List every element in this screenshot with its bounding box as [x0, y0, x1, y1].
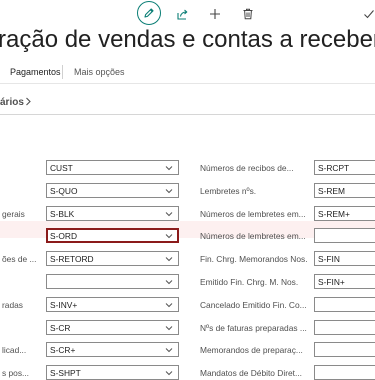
- left-field-input[interactable]: S-INV+: [46, 297, 179, 312]
- chevron-down-icon[interactable]: [165, 346, 173, 356]
- right-field-input[interactable]: S-REM: [314, 183, 375, 198]
- right-field-label: Números de lembretes em...: [200, 231, 306, 241]
- chevron-down-icon[interactable]: [165, 210, 173, 220]
- left-field-input[interactable]: CUST: [46, 160, 179, 175]
- left-field-input[interactable]: S-BLK: [46, 206, 179, 221]
- right-field-value: S-RCPT: [318, 163, 350, 173]
- left-field-value: S-INV+: [50, 300, 78, 310]
- left-field-input[interactable]: S-ORD: [46, 228, 179, 243]
- right-field-label: Números de lembretes em...: [200, 209, 306, 219]
- left-field-label: gerais: [2, 209, 25, 219]
- page-toolbar: [0, 0, 375, 26]
- left-field-input[interactable]: [46, 274, 179, 289]
- left-field-input[interactable]: S-SHPT: [46, 365, 179, 380]
- right-field-label: Nºs de faturas preparadas ...: [200, 323, 307, 333]
- chevron-down-icon[interactable]: [165, 232, 173, 242]
- edit-icon[interactable]: [137, 1, 161, 25]
- right-field-value: S-REM+: [318, 209, 350, 219]
- left-field-input[interactable]: S-QUO: [46, 183, 179, 198]
- left-field-input[interactable]: S-RETORD: [46, 251, 179, 266]
- right-field-input[interactable]: S-REM+: [314, 206, 375, 221]
- right-field-value: S-FIN: [318, 254, 340, 264]
- right-field-label: Lembretes nºs.: [200, 186, 257, 196]
- right-field-input[interactable]: S-RCPT: [314, 160, 375, 175]
- share-icon[interactable]: [170, 2, 194, 26]
- chevron-down-icon[interactable]: [165, 369, 173, 379]
- left-field-label: radas: [2, 300, 23, 310]
- left-field-label: s pos...: [2, 368, 29, 378]
- left-field-label: licad...: [2, 345, 27, 355]
- left-field-value: S-SHPT: [50, 368, 81, 378]
- left-field-input[interactable]: S-CR+: [46, 342, 179, 357]
- page-title: ração de vendas e contas a receber: [0, 26, 375, 53]
- left-field-value: S-CR: [50, 323, 71, 333]
- section-divider: [0, 114, 375, 115]
- right-field-input[interactable]: [314, 365, 375, 380]
- right-field-label: Emitido Fin. Chrg. M. Nos.: [200, 277, 299, 287]
- chevron-down-icon[interactable]: [165, 278, 173, 288]
- right-field-label: Cancelado Emitido Fin. Co...: [200, 300, 307, 310]
- action-bar: Pagamentos Mais opções: [0, 63, 375, 83]
- left-field-value: S-ORD: [50, 231, 77, 241]
- right-field-value: S-FIN+: [318, 277, 345, 287]
- section-title: ários: [0, 97, 24, 108]
- right-field-input[interactable]: [314, 342, 375, 357]
- chevron-down-icon[interactable]: [165, 324, 173, 334]
- chevron-right-icon: [26, 97, 31, 106]
- right-field-label: Fin. Chrg. Memorandos Nos.: [200, 254, 308, 264]
- right-field-input[interactable]: S-FIN: [314, 251, 375, 266]
- more-options-action[interactable]: Mais opções: [74, 67, 125, 77]
- chevron-down-icon[interactable]: [165, 255, 173, 265]
- left-field-value: CUST: [50, 163, 73, 173]
- left-field-value: S-BLK: [50, 209, 75, 219]
- left-field-input[interactable]: S-CR: [46, 320, 179, 335]
- chevron-down-icon[interactable]: [165, 187, 173, 197]
- left-field-value: S-QUO: [50, 186, 78, 196]
- add-icon[interactable]: [203, 2, 227, 26]
- delete-icon[interactable]: [236, 2, 260, 26]
- right-field-input[interactable]: [314, 297, 375, 312]
- action-bar-divider: [0, 83, 375, 84]
- section-header[interactable]: ários: [0, 97, 32, 108]
- pagamentos-action[interactable]: Pagamentos: [10, 67, 61, 77]
- right-field-input[interactable]: [314, 320, 375, 335]
- right-field-input[interactable]: S-FIN+: [314, 274, 375, 289]
- right-field-label: Números de recibos de...: [200, 163, 294, 173]
- check-icon[interactable]: [357, 2, 375, 26]
- left-field-label: ões de ...: [2, 254, 37, 264]
- right-field-input[interactable]: [314, 228, 375, 243]
- chevron-down-icon[interactable]: [165, 301, 173, 311]
- chevron-down-icon[interactable]: [165, 164, 173, 174]
- right-field-label: Mandatos de Débito Diret...: [200, 368, 302, 378]
- right-field-value: S-REM: [318, 186, 345, 196]
- left-field-value: S-RETORD: [50, 254, 94, 264]
- left-field-value: S-CR+: [50, 345, 76, 355]
- action-separator: [62, 65, 63, 79]
- right-field-label: Memorandos de preparaç...: [200, 345, 303, 355]
